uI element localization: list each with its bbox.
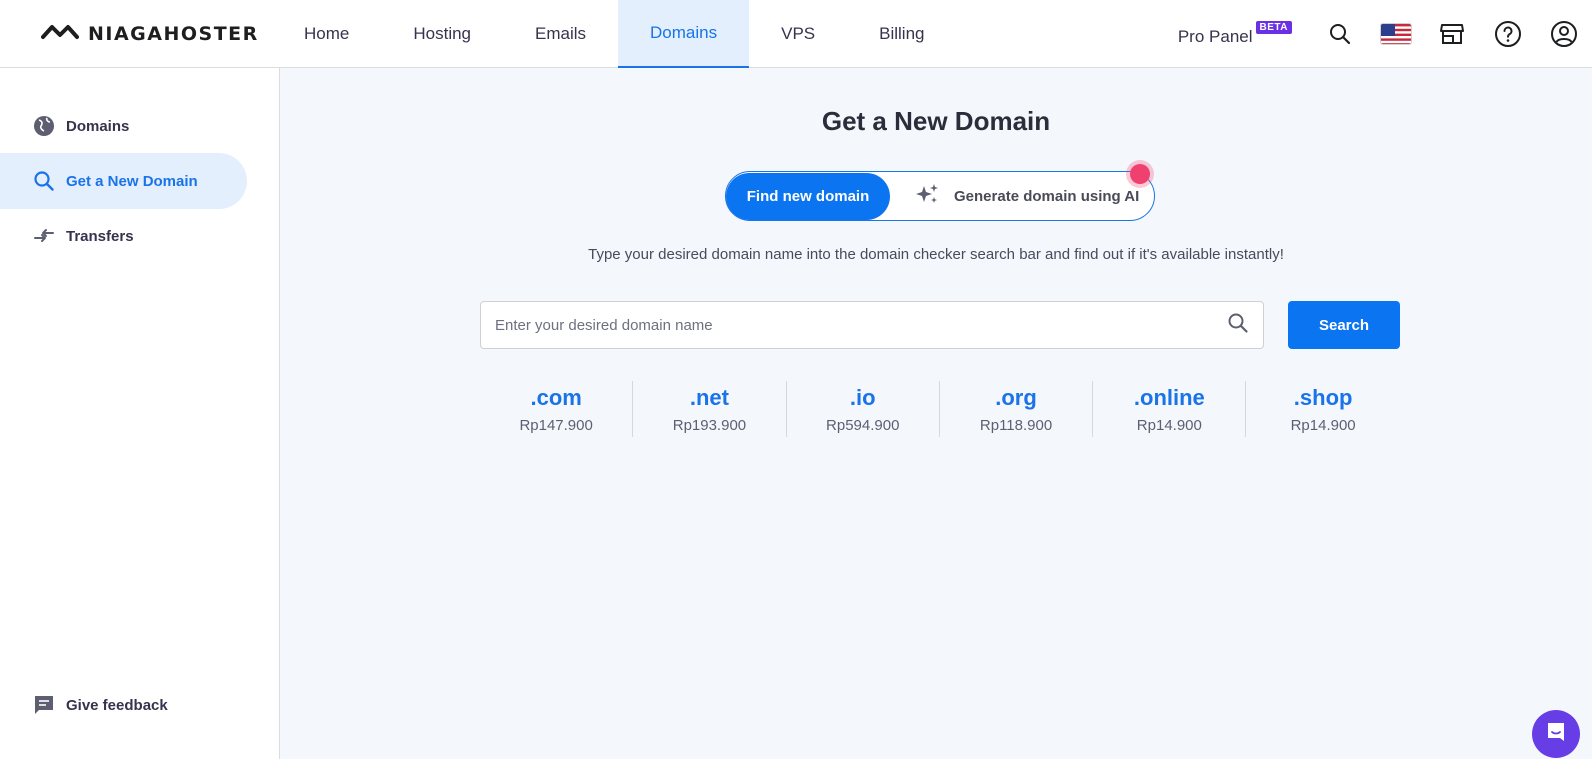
sidebar-item-transfers[interactable]: Transfers (0, 208, 247, 264)
generate-domain-ai-tab[interactable]: Generate domain using AI (890, 182, 1154, 210)
search-icon (32, 169, 56, 193)
store-icon[interactable] (1424, 0, 1480, 68)
nav-emails[interactable]: Emails (503, 0, 618, 68)
sidebar-item-label: Domains (66, 117, 130, 135)
tld-price: Rp14.900 (1136, 416, 1202, 434)
tld-name: .com (530, 384, 582, 410)
notification-dot (1130, 164, 1150, 184)
sidebar-item-get-new-domain[interactable]: Get a New Domain (0, 153, 247, 209)
brand-logo[interactable]: NIAGAHOSTER (40, 20, 259, 48)
tld-name: .org (995, 384, 1037, 410)
main-nav: Home Hosting Emails Domains VPS Billing (272, 0, 957, 68)
main-content: Get a New Domain Find new domain Generat… (280, 68, 1592, 759)
pro-panel-label: Pro Panel (1177, 27, 1253, 46)
brand-name: NIAGAHOSTER (88, 23, 259, 45)
tld-price: Rp193.900 (672, 416, 747, 434)
feedback-label: Give feedback (66, 696, 168, 714)
tld-price-list: .com Rp147.900 .net Rp193.900 .io Rp594.… (480, 381, 1400, 441)
nav-hosting[interactable]: Hosting (381, 0, 503, 68)
domain-search-mode-toggle: Find new domain Generate domain using AI (725, 164, 1155, 221)
nav-vps[interactable]: VPS (749, 0, 847, 68)
tld-price: Rp14.900 (1290, 416, 1356, 434)
account-icon[interactable] (1536, 0, 1592, 68)
tld-price: Rp147.900 (519, 416, 593, 434)
nav-home[interactable]: Home (272, 0, 381, 68)
beta-badge: BETA (1255, 21, 1292, 34)
sparkle-icon (914, 182, 940, 210)
search-description: Type your desired domain name into the d… (588, 246, 1284, 263)
tld-name: .io (849, 384, 876, 410)
help-icon[interactable] (1480, 0, 1536, 68)
tld-item-online[interactable]: .online Rp14.900 (1093, 381, 1247, 437)
tld-name: .shop (1293, 384, 1353, 410)
pro-panel-link[interactable]: Pro Panel BETA (1178, 21, 1292, 47)
tld-name: .net (689, 384, 729, 410)
tld-item-org[interactable]: .org Rp118.900 (940, 381, 1094, 437)
feedback-message-icon (32, 693, 56, 717)
transfer-arrows-icon (32, 224, 56, 248)
generate-domain-ai-label: Generate domain using AI (954, 187, 1140, 205)
page-title: Get a New Domain (821, 106, 1051, 136)
find-new-domain-tab[interactable]: Find new domain (726, 172, 890, 220)
search-icon[interactable] (1227, 312, 1249, 339)
sidebar-item-label: Transfers (66, 227, 134, 245)
search-icon[interactable] (1312, 0, 1368, 68)
us-flag-icon[interactable] (1368, 0, 1424, 68)
nav-domains[interactable]: Domains (618, 0, 750, 68)
top-bar: NIAGAHOSTER Home Hosting Emails Domains … (0, 0, 1592, 68)
chat-icon (1544, 720, 1568, 749)
top-right-actions: Pro Panel BETA (1178, 0, 1592, 68)
tld-item-com[interactable]: .com Rp147.900 (480, 381, 634, 437)
sidebar: Domains Get a New Domain Transfers Give … (0, 68, 280, 759)
tld-price: Rp118.900 (979, 416, 1053, 434)
globe-icon (32, 114, 56, 138)
search-button[interactable]: Search (1288, 301, 1400, 349)
tld-price: Rp594.900 (826, 416, 900, 434)
nav-billing[interactable]: Billing (847, 0, 956, 68)
live-chat-button[interactable] (1532, 710, 1580, 758)
domain-search-input[interactable] (495, 316, 1227, 334)
tld-item-io[interactable]: .io Rp594.900 (787, 381, 940, 437)
infinity-logo-icon (40, 21, 80, 48)
tld-item-shop[interactable]: .shop Rp14.900 (1246, 381, 1399, 437)
sidebar-item-domains[interactable]: Domains (0, 98, 247, 154)
domain-search-box (480, 301, 1264, 349)
sidebar-item-label: Get a New Domain (66, 172, 198, 190)
give-feedback-button[interactable]: Give feedback (32, 693, 168, 717)
tld-item-net[interactable]: .net Rp193.900 (633, 381, 787, 437)
tld-name: .online (1133, 384, 1205, 410)
